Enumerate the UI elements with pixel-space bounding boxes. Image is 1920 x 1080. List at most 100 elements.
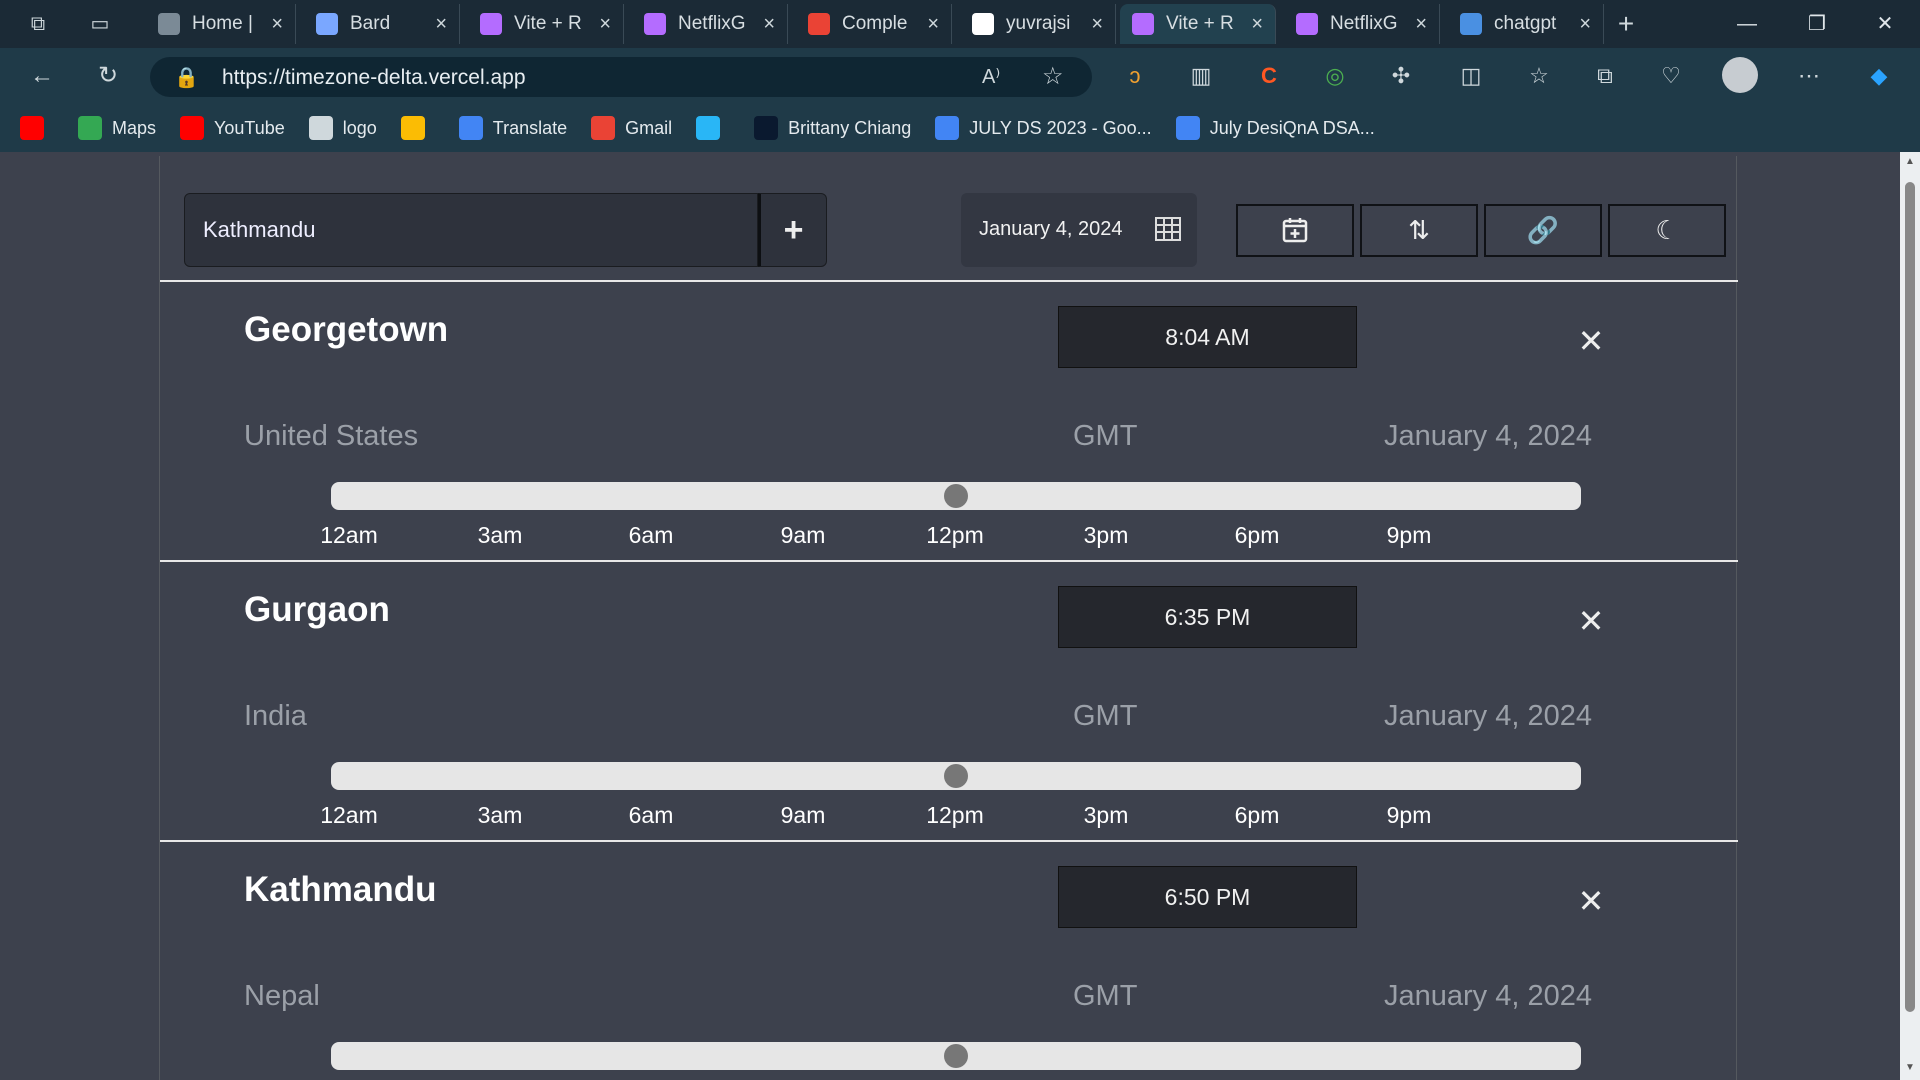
browser-tab[interactable]: Vite + R × — [1120, 4, 1276, 44]
browser-tab[interactable]: Vite + R × — [468, 4, 624, 44]
collections-icon[interactable]: ⧉ — [1590, 61, 1620, 91]
date-picker-value: January 4, 2024 — [979, 218, 1123, 240]
tab-close-icon[interactable]: × — [271, 13, 283, 36]
docs-icon — [1175, 116, 1200, 140]
time-slider-thumb[interactable] — [944, 764, 968, 788]
remove-zone-close-icon[interactable]: ✕ — [1576, 325, 1606, 357]
browser-tab[interactable]: Bard × — [304, 4, 460, 44]
hour-tick-label: 6am — [628, 522, 674, 548]
tab-close-icon[interactable]: × — [763, 13, 775, 36]
tab-close-icon[interactable]: × — [1251, 13, 1263, 36]
bookmark-item[interactable]: Gmail — [591, 116, 672, 140]
bookmark-item[interactable] — [400, 116, 435, 140]
extensions-puzzle-icon[interactable]: ✣ — [1386, 61, 1416, 91]
time-slider-track[interactable] — [331, 762, 1581, 790]
tab-close-icon[interactable]: × — [599, 13, 611, 36]
url-text[interactable]: https://timezone-delta.vercel.app — [222, 66, 526, 90]
refresh-button[interactable]: ↻ — [92, 60, 124, 92]
hour-tick-label: 3pm — [1083, 522, 1129, 548]
new-tab-button[interactable]: + — [1610, 8, 1642, 40]
file-icon — [308, 116, 333, 140]
bookmark-item[interactable]: YouTube — [180, 116, 285, 140]
tab-actions-icon[interactable]: ▭ — [84, 8, 116, 40]
zone-time-display[interactable]: 6:35 PM — [1058, 586, 1357, 648]
tab-close-icon[interactable]: × — [435, 13, 447, 36]
bookmark-item[interactable] — [696, 116, 730, 140]
tab-close-icon[interactable]: × — [1091, 13, 1103, 36]
scrollbar-thumb[interactable] — [1905, 182, 1915, 1012]
time-slider-track[interactable] — [331, 1042, 1581, 1070]
minimize-button[interactable]: — — [1722, 8, 1772, 40]
zone-city-name: Georgetown — [244, 310, 449, 349]
back-button[interactable]: ← — [26, 60, 58, 92]
profile-avatar[interactable] — [1722, 57, 1758, 93]
scroll-up-arrow-icon[interactable]: ▲ — [1904, 156, 1916, 168]
app-toolbar: + January 4, 2024 — [160, 156, 1736, 280]
city-input-wrapper — [184, 193, 758, 267]
remove-zone-close-icon[interactable]: ✕ — [1576, 605, 1606, 637]
browser-tab[interactable]: chatgpt × — [1448, 4, 1604, 44]
restore-button[interactable]: ❐ — [1792, 8, 1842, 40]
bookmark-item[interactable]: July DesiQnA DSA... — [1175, 116, 1375, 140]
tab-label: Vite + R — [1166, 13, 1234, 34]
bookmark-item[interactable]: Maps — [78, 116, 156, 140]
share-link-button[interactable]: 🔗 — [1484, 204, 1602, 257]
bard-icon — [316, 13, 338, 35]
extension-icon[interactable]: ◎ — [1320, 61, 1350, 91]
bookmark-label: Maps — [112, 117, 157, 138]
extension-icon[interactable]: ↄ — [1120, 61, 1150, 91]
zone-time-display[interactable]: 8:04 AM — [1058, 306, 1357, 368]
add-city-button[interactable]: + — [758, 193, 827, 267]
city-search-input[interactable] — [185, 194, 757, 266]
performance-icon[interactable]: ♡ — [1656, 61, 1686, 91]
tab-label: chatgpt — [1494, 13, 1557, 34]
browser-tab[interactable]: yuvrajsi × — [960, 4, 1116, 44]
calendar-plus-icon — [1282, 218, 1308, 243]
bookmark-label: Gmail — [625, 117, 673, 138]
browser-tab[interactable]: Home | × — [146, 4, 296, 44]
bookmark-label: JULY DS 2023 - Goo... — [969, 117, 1152, 138]
browser-tab[interactable]: NetflixG × — [1284, 4, 1440, 44]
date-picker[interactable]: January 4, 2024 — [961, 193, 1197, 267]
bookmark-item[interactable]: Translate — [458, 116, 567, 140]
read-aloud-icon[interactable]: A⁾ — [982, 64, 1000, 89]
sort-button[interactable]: ⇅ — [1360, 204, 1478, 257]
bookmark-item[interactable]: Brittany Chiang — [754, 116, 911, 140]
hour-tick-label: 3am — [477, 802, 523, 828]
page-scrollbar[interactable]: ▲ ▼ — [1900, 152, 1920, 1080]
browser-tab[interactable]: NetflixG × — [632, 4, 788, 44]
calendar-grid-icon[interactable] — [1155, 217, 1181, 241]
zone-time-display[interactable]: 6:50 PM — [1058, 866, 1357, 928]
time-slider-track[interactable] — [331, 482, 1581, 510]
url-field[interactable]: 🔒 https://timezone-delta.vercel.app A⁾ ☆ — [150, 57, 1092, 97]
tab-close-icon[interactable]: × — [1579, 13, 1591, 36]
time-slider-thumb[interactable] — [944, 1044, 968, 1068]
tab-close-icon[interactable]: × — [927, 13, 939, 36]
hour-tick-label: 9am — [780, 522, 826, 548]
close-window-button[interactable]: ✕ — [1860, 8, 1910, 40]
zone-country: United States — [244, 420, 419, 452]
scroll-down-arrow-icon[interactable]: ▼ — [1904, 1062, 1916, 1074]
schedule-meeting-button[interactable] — [1236, 204, 1354, 257]
bookmark-label: Brittany Chiang — [788, 117, 912, 138]
bookmark-item[interactable] — [20, 116, 54, 140]
bookmark-item[interactable]: JULY DS 2023 - Goo... — [935, 116, 1152, 140]
timezone-card: Gurgaon 6:35 PM ✕ India GMT January 4, 2024 12… — [160, 560, 1738, 840]
more-menu-icon[interactable]: ⋯ — [1794, 61, 1824, 91]
remove-zone-close-icon[interactable]: ✕ — [1576, 885, 1606, 917]
extension-icon[interactable]: ▥ — [1186, 61, 1216, 91]
copilot-icon[interactable]: ◆ — [1864, 61, 1894, 91]
favorites-icon[interactable]: ☆ — [1524, 61, 1554, 91]
split-screen-icon[interactable]: ◫ — [1456, 61, 1486, 91]
tab-label: Home | — [192, 13, 253, 34]
time-slider-thumb[interactable] — [944, 484, 968, 508]
workspaces-icon[interactable]: ⧉ — [22, 8, 54, 40]
extension-icon[interactable]: C — [1254, 61, 1284, 91]
tab-label: Comple — [842, 13, 908, 34]
favorite-star-icon[interactable]: ☆ — [1042, 62, 1064, 91]
bookmark-item[interactable]: logo — [308, 116, 377, 140]
link-icon: 🔗 — [1526, 215, 1560, 245]
browser-tab[interactable]: Comple × — [796, 4, 952, 44]
dark-mode-toggle[interactable]: ☾ — [1608, 204, 1726, 257]
tab-close-icon[interactable]: × — [1415, 13, 1427, 36]
